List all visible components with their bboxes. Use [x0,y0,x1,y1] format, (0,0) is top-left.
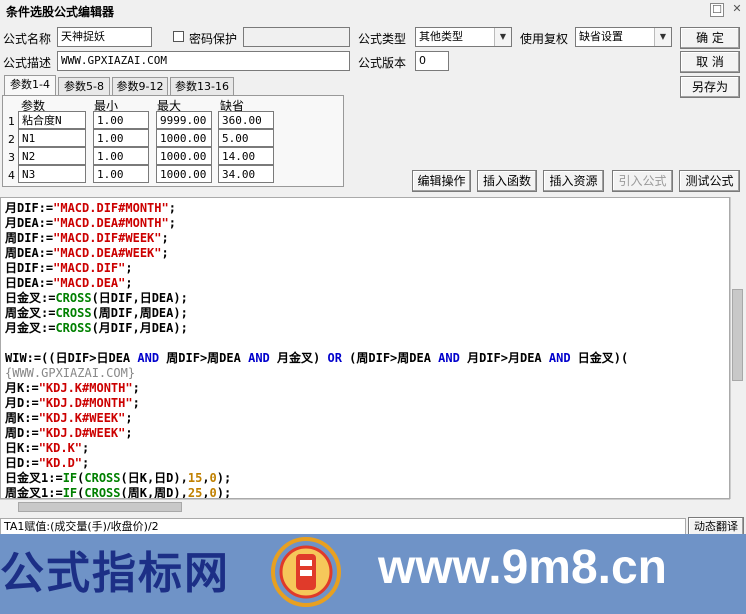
reweight-select-value: 缺省设置 [579,30,623,43]
param-default-input[interactable]: 5.00 [218,129,274,147]
type-select-value: 其他类型 [419,30,463,43]
param-row-index: 2 [8,133,15,146]
chevron-down-icon[interactable]: ▼ [494,28,511,46]
name-label: 公式名称 [3,32,52,46]
password-checkbox[interactable] [173,31,184,42]
code-line[interactable]: 日D:="KD.D"; [5,456,89,471]
name-input[interactable]: 天神捉妖 [57,27,152,47]
insert-resource-button[interactable]: 插入资源 [543,170,604,192]
watermark-left-text: 公式指标网 [0,548,230,599]
code-line[interactable]: WIW:=((日DIF>日DEA AND 周DIF>周DEA AND 月金叉) … [5,351,628,366]
password-label: 密码保护 [189,32,238,46]
param-row-index: 4 [8,169,15,182]
code-line[interactable]: 月DEA:="MACD.DEA#MONTH"; [5,216,176,231]
code-line[interactable]: 日金叉1:=IF(CROSS(日K,日D),15,0); [5,471,231,486]
cancel-button[interactable]: 取 消 [680,51,740,73]
password-input[interactable] [243,27,350,47]
desc-input[interactable]: WWW.GPXIAZAI.COM [57,51,350,71]
ok-button[interactable]: 确 定 [680,27,740,49]
vertical-scroll-thumb[interactable] [732,289,743,381]
code-line[interactable]: 日DEA:="MACD.DEA"; [5,276,133,291]
tab-params-9-12[interactable]: 参数9-12 [112,77,168,95]
window-title: 条件选股公式编辑器 [6,5,115,19]
save-as-button[interactable]: 另存为 [680,76,740,98]
tab-params-5-8[interactable]: 参数5-8 [58,77,110,95]
param-name-input[interactable]: N1 [18,129,86,147]
close-icon[interactable]: ✕ [730,3,744,17]
logo-icon [271,537,341,607]
type-select[interactable]: 其他类型 ▼ [415,27,512,47]
code-line[interactable]: 月金叉:=CROSS(月DIF,月DEA); [5,321,188,336]
code-line[interactable]: 周DEA:="MACD.DEA#WEEK"; [5,246,169,261]
param-min-input[interactable]: 1.00 [93,165,149,183]
desc-label: 公式描述 [3,56,52,70]
code-line[interactable]: 日K:="KD.K"; [5,441,89,456]
code-line[interactable]: {WWW.GPXIAZAI.COM} [5,366,135,381]
type-label: 公式类型 [358,32,407,46]
reweight-select[interactable]: 缺省设置 ▼ [575,27,672,47]
code-line[interactable]: 月D:="KDJ.D#MONTH"; [5,396,140,411]
watermark-right-text: www.9m8.cn [378,541,667,594]
tab-params-1-4[interactable]: 参数1-4 [4,75,56,95]
param-default-input[interactable]: 14.00 [218,147,274,165]
chevron-down-icon[interactable]: ▼ [654,28,671,46]
param-max-input[interactable]: 9999.00 [156,111,212,129]
code-line[interactable]: 日金叉:=CROSS(日DIF,日DEA); [5,291,188,306]
code-line[interactable]: 周D:="KDJ.D#WEEK"; [5,426,133,441]
reweight-label: 使用复权 [520,32,569,46]
restore-icon[interactable]: ☐ [710,3,724,17]
param-max-input[interactable]: 1000.00 [156,165,212,183]
version-label: 公式版本 [358,56,407,70]
param-min-input[interactable]: 1.00 [93,111,149,129]
code-line[interactable]: 月DIF:="MACD.DIF#MONTH"; [5,201,176,216]
param-name-input[interactable]: 粘合度N [18,111,86,129]
code-line[interactable]: 周K:="KDJ.K#WEEK"; [5,411,133,426]
horizontal-scroll-thumb[interactable] [18,502,182,512]
param-max-input[interactable]: 1000.00 [156,129,212,147]
param-max-input[interactable]: 1000.00 [156,147,212,165]
param-row-index: 3 [8,151,15,164]
test-formula-button[interactable]: 测试公式 [679,170,740,192]
code-editor[interactable]: 月DIF:="MACD.DIF#MONTH"; 月DEA:="MACD.DEA#M… [0,197,730,499]
code-line[interactable]: 月K:="KDJ.K#MONTH"; [5,381,140,396]
param-name-input[interactable]: N2 [18,147,86,165]
param-name-input[interactable]: N3 [18,165,86,183]
insert-func-button[interactable]: 插入函数 [477,170,537,192]
edit-ops-button[interactable]: 编辑操作 [412,170,471,192]
code-line[interactable]: 周DIF:="MACD.DIF#WEEK"; [5,231,169,246]
tab-params-13-16[interactable]: 参数13-16 [170,77,234,95]
version-input[interactable]: 0 [415,51,449,71]
import-formula-button[interactable]: 引入公式 [612,170,673,192]
param-min-input[interactable]: 1.00 [93,129,149,147]
code-line[interactable]: 周金叉:=CROSS(周DIF,周DEA); [5,306,188,321]
param-default-input[interactable]: 34.00 [218,165,274,183]
code-line[interactable]: 日DIF:="MACD.DIF"; [5,261,133,276]
param-min-input[interactable]: 1.00 [93,147,149,165]
param-row-index: 1 [8,115,15,128]
code-line[interactable]: 周金叉1:=IF(CROSS(周K,周D),25,0); [5,486,231,498]
param-default-input[interactable]: 360.00 [218,111,274,129]
